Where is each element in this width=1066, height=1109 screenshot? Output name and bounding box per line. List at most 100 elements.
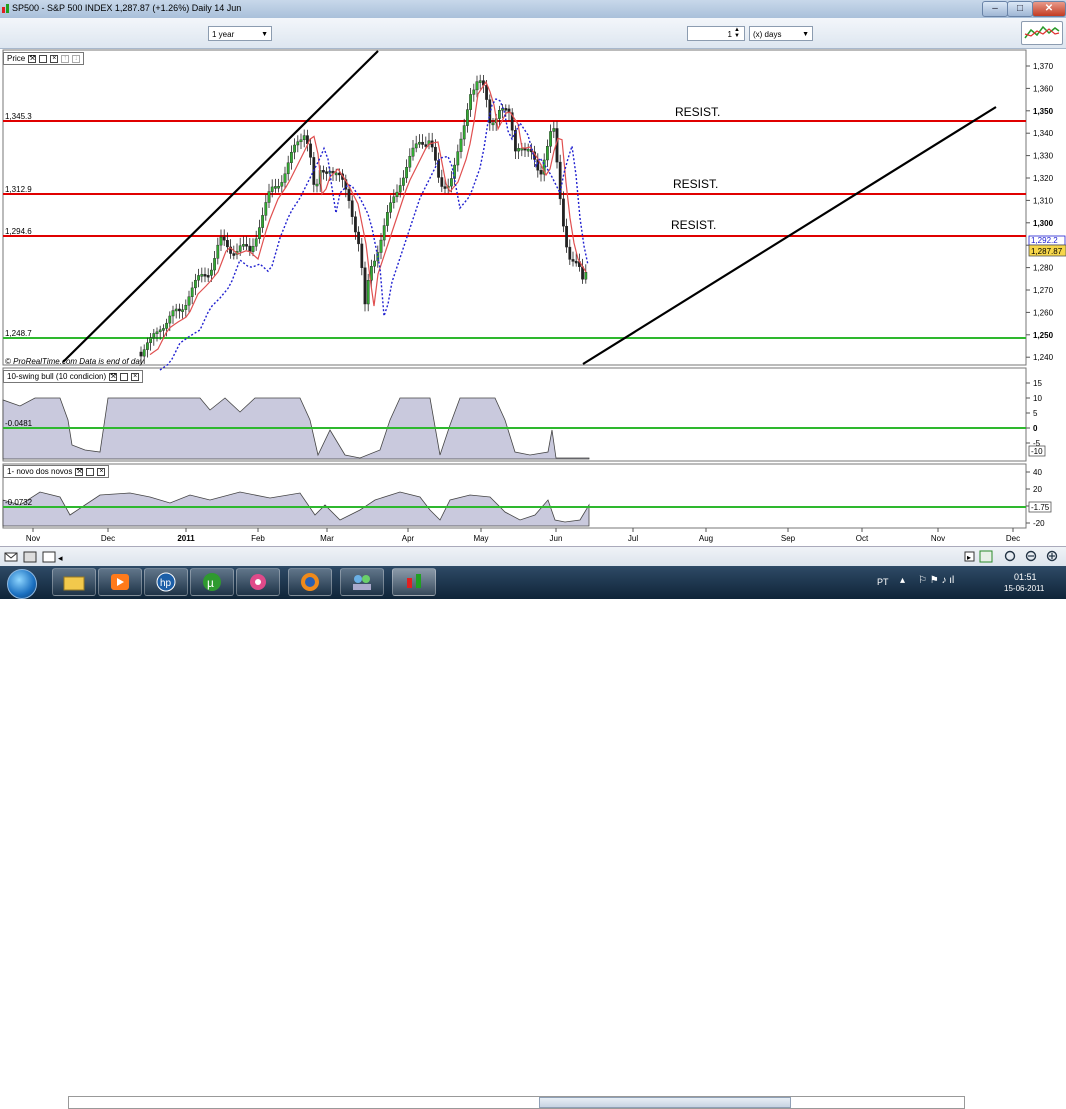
x-tick-label: Jul xyxy=(628,534,638,543)
maximize-button[interactable]: □ xyxy=(1007,1,1033,17)
app-chart-icon xyxy=(2,4,9,13)
language-indicator[interactable]: PT xyxy=(877,577,889,587)
level-value-1: 1,345.3 xyxy=(5,112,32,121)
x-tick-label: Nov xyxy=(26,534,40,543)
resist-label-1: RESIST. xyxy=(675,105,720,119)
close-icon[interactable]: × xyxy=(50,54,59,63)
price-tick-label: 1,330 xyxy=(1033,152,1054,161)
chart-indicator-icon xyxy=(1024,25,1060,39)
x-tick-label: May xyxy=(473,534,488,543)
taskbar-hp[interactable]: hp xyxy=(144,568,188,596)
chevron-down-icon: ▼ xyxy=(261,31,268,38)
price-tick-label: 1,280 xyxy=(1033,264,1054,273)
taskbar-utorrent[interactable]: µ xyxy=(190,568,234,596)
users-icon xyxy=(353,575,371,590)
x-tick-label: Dec xyxy=(101,534,115,543)
taskbar-firefox[interactable] xyxy=(288,568,332,596)
swing-tick-label: 15 xyxy=(1033,379,1042,388)
period-select-value: 1 year xyxy=(212,30,235,39)
print-icon[interactable] xyxy=(23,551,37,563)
price-tick-label: 1,370 xyxy=(1033,62,1054,71)
level-value-2: 1,312.9 xyxy=(5,185,32,194)
close-icon[interactable]: × xyxy=(131,372,140,381)
novo-panel-title: 1- novo dos novos xyxy=(7,467,73,476)
wrench-icon[interactable]: ⚒ xyxy=(109,372,118,381)
save-icon[interactable] xyxy=(42,551,56,563)
price-tag-last-text: 1,287.87 xyxy=(1031,247,1063,256)
folder-icon xyxy=(63,576,85,591)
price-tick-label: 1,310 xyxy=(1033,196,1054,205)
candlestick-icon xyxy=(407,574,421,588)
svg-text:hp: hp xyxy=(160,578,172,589)
x-tick-label: Aug xyxy=(699,534,713,543)
x-tick-label: Feb xyxy=(251,534,265,543)
x-tick-label: Oct xyxy=(856,534,869,543)
price-tick-label: 1,320 xyxy=(1033,174,1054,183)
units-type-select[interactable]: (x) days ▼ xyxy=(749,26,813,41)
x-tick-label: Jun xyxy=(550,534,563,543)
units-type-value: (x) days xyxy=(753,30,782,39)
start-button[interactable] xyxy=(7,569,37,599)
indicator-button[interactable] xyxy=(1021,21,1063,45)
scrollbar-thumb[interactable] xyxy=(539,1097,791,1108)
price-panel-frame xyxy=(2,49,1027,366)
chart-fit-icon[interactable] xyxy=(979,550,993,563)
chart-toolbar xyxy=(0,18,1066,49)
clock-time[interactable]: 01:51 xyxy=(1014,572,1037,582)
novo-value-tag-text: -1.75 xyxy=(1031,503,1050,512)
level-value-4: 1,248.7 xyxy=(5,329,32,338)
spinner-arrows-icon[interactable]: ▲ ▼ xyxy=(734,27,740,39)
x-tick-label: Mar xyxy=(320,534,334,543)
bottom-right-icons: ▸ xyxy=(964,550,1058,563)
move-down-icon[interactable]: ↓ xyxy=(72,54,81,63)
bottom-left-icons: ◂ xyxy=(4,551,63,563)
resist-label-2: RESIST. xyxy=(673,177,718,191)
price-tick-label: 1,300 xyxy=(1033,219,1054,228)
minimize-button[interactable]: – xyxy=(982,1,1008,17)
taskbar-explorer[interactable] xyxy=(52,568,96,596)
swing-tick-label: 5 xyxy=(1033,409,1038,418)
tray-icons[interactable]: ⚐ ⚑ ♪ ıl xyxy=(918,575,954,586)
wrench-icon[interactable]: ⚒ xyxy=(75,467,84,476)
price-y-axis: 1,370 1,360 1,350 1,340 1,330 1,320 1,310 1,300… xyxy=(1026,62,1054,362)
price-tick-label: 1,340 xyxy=(1033,129,1054,138)
price-tick-label: 1,240 xyxy=(1033,353,1054,362)
novo-left-value: -0.0732 xyxy=(5,498,33,507)
window-icon[interactable] xyxy=(86,467,95,476)
chart-area[interactable]: 1,345.3 1,312.9 1,294.6 1,248.7 RESIST. … xyxy=(0,48,1066,548)
price-panel-header: Price ⚒ × ↑ ↓ xyxy=(3,52,85,65)
firefox-icon xyxy=(301,573,319,591)
x-tick-label: Nov xyxy=(931,534,945,543)
window-icon[interactable] xyxy=(39,54,48,63)
close-icon[interactable]: × xyxy=(97,467,106,476)
x-tick-label: Apr xyxy=(402,534,415,543)
price-tick-label: 1,260 xyxy=(1033,308,1054,317)
taskbar-media[interactable] xyxy=(98,568,142,596)
novo-tick-label: -20 xyxy=(1033,519,1045,528)
bottom-toolbar: ◂ ▸ xyxy=(0,546,1066,1109)
title-bar: SP500 - S&P 500 INDEX 1,287.87 (+1.26%) … xyxy=(0,0,1066,18)
swing-left-value: -0.0481 xyxy=(5,419,33,428)
wrench-icon[interactable]: ⚒ xyxy=(28,54,37,63)
x-tick-label: 2011 xyxy=(177,534,195,543)
horizontal-scrollbar[interactable] xyxy=(68,1096,965,1109)
clock-date[interactable]: 15-06-2011 xyxy=(1004,584,1044,593)
media-player-icon xyxy=(111,574,129,590)
close-button[interactable]: ✕ xyxy=(1032,1,1066,17)
period-select[interactable]: 1 year ▼ xyxy=(208,26,272,41)
window-icon[interactable] xyxy=(120,372,129,381)
x-tick-label: Dec xyxy=(1006,534,1020,543)
taskbar-app-pink[interactable] xyxy=(236,568,280,596)
price-panel-title: Price xyxy=(7,54,26,63)
zoom-reset-icon[interactable] xyxy=(1004,550,1016,562)
taskbar-users[interactable] xyxy=(340,568,384,596)
window-title: SP500 - S&P 500 INDEX 1,287.87 (+1.26%) … xyxy=(12,3,242,13)
swing-panel-title: 10-swing bull (10 condicion) xyxy=(7,372,107,381)
move-up-icon[interactable]: ↑ xyxy=(61,54,70,63)
x-tick-label: Sep xyxy=(781,534,796,543)
watermark: © ProRealTime.com Data is end of day xyxy=(5,357,145,366)
price-tick-label: 1,360 xyxy=(1033,84,1054,93)
tray-arrow-icon[interactable]: ▴ xyxy=(900,575,905,586)
taskbar-prorealtime[interactable] xyxy=(392,568,436,596)
svg-text:◂: ◂ xyxy=(58,553,63,563)
